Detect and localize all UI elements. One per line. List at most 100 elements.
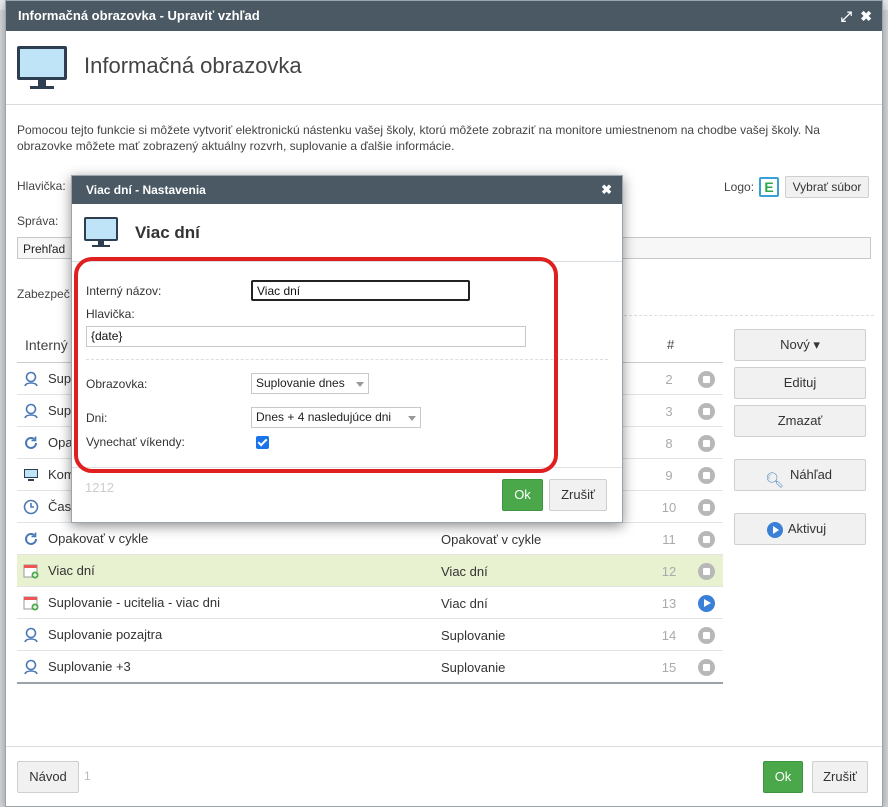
divider bbox=[624, 315, 874, 316]
row-type: Suplovanie bbox=[441, 628, 506, 643]
table-row[interactable]: Suplovanie +3 Suplovanie 15 bbox=[17, 651, 723, 683]
header-value: {date} bbox=[91, 329, 123, 343]
clock-icon bbox=[23, 499, 39, 515]
table-row[interactable]: Opakovať v cykle Opakovať v cykle 11 bbox=[17, 523, 723, 555]
intro-text: Pomocou tejto funkcie si môžete vytvoriť… bbox=[17, 123, 820, 153]
row-name: Suplovanie pozajtra bbox=[48, 627, 163, 642]
row-number: 3 bbox=[665, 404, 673, 419]
internal-name-label: Interný názov: bbox=[86, 284, 162, 298]
window-title: Informačná obrazovka - Upraviť vzhľad bbox=[18, 8, 260, 23]
window-titlebar: Informačná obrazovka - Upraviť vzhľad ⤢ … bbox=[6, 1, 882, 31]
days-select[interactable]: Dnes + 4 nasledujúce dni bbox=[251, 407, 421, 428]
edit-button[interactable]: Edituj bbox=[734, 367, 866, 399]
dialog-footer-line bbox=[72, 467, 622, 468]
stop-icon[interactable] bbox=[698, 531, 715, 548]
monitor-icon bbox=[23, 467, 39, 483]
window-header: Informačná obrazovka bbox=[6, 31, 882, 105]
dialog-cancel-button[interactable]: Zrušiť bbox=[549, 479, 607, 511]
bottom-bar: Návod 1 Ok Zrušiť bbox=[6, 746, 882, 806]
row-number: 15 bbox=[661, 660, 677, 675]
close-icon[interactable]: ✖ bbox=[860, 1, 872, 31]
table-footer-line bbox=[17, 682, 723, 684]
chevron-down-icon bbox=[408, 416, 416, 421]
stop-icon[interactable] bbox=[698, 659, 715, 676]
ok-button[interactable]: Ok bbox=[763, 761, 803, 793]
play-icon bbox=[767, 522, 783, 538]
col-num-header[interactable]: # bbox=[667, 337, 674, 352]
logo-label: Logo: bbox=[724, 180, 755, 194]
dialog-title: Viac dní - Nastavenia bbox=[86, 183, 206, 197]
dialog-id: 1212 bbox=[85, 480, 114, 495]
message-label: Správa: bbox=[17, 214, 59, 228]
row-type: Opakovať v cykle bbox=[441, 532, 542, 547]
person-icon bbox=[23, 403, 39, 419]
dialog-divider bbox=[86, 359, 608, 360]
dialog-header: Viac dní bbox=[72, 204, 622, 262]
days-select-value: Dnes + 4 nasledujúce dni bbox=[256, 410, 392, 424]
stop-icon[interactable] bbox=[698, 403, 715, 420]
cancel-button[interactable]: Zrušiť bbox=[812, 761, 868, 793]
internal-name-input[interactable]: Viac dní bbox=[251, 280, 470, 301]
delete-button[interactable]: Zmazať bbox=[734, 405, 866, 437]
page-title: Informačná obrazovka bbox=[84, 53, 302, 78]
new-button[interactable]: Nový ▾ bbox=[734, 329, 866, 361]
row-name: Suplovanie - ucitelia - viac dni bbox=[48, 595, 220, 610]
row-number: 8 bbox=[665, 436, 673, 451]
stop-icon[interactable] bbox=[698, 371, 715, 388]
row-name: Opa bbox=[48, 435, 73, 450]
row-name: Opakovať v cykle bbox=[48, 531, 149, 546]
screen-select-value: Suplovanie dnes bbox=[256, 376, 345, 390]
row-number: 9 bbox=[665, 468, 673, 483]
row-number: 13 bbox=[661, 596, 677, 611]
play-icon[interactable] bbox=[698, 595, 715, 612]
row-name: Sup bbox=[48, 371, 72, 386]
dialog-heading: Viac dní bbox=[135, 223, 200, 242]
stop-icon[interactable] bbox=[698, 499, 715, 516]
chevron-down-icon bbox=[356, 382, 364, 387]
stop-icon[interactable] bbox=[698, 435, 715, 452]
message-select-value: Prehľad bbox=[23, 242, 66, 256]
settings-dialog: Viac dní - Nastavenia ✖ Viac dní Interný… bbox=[71, 175, 623, 523]
stop-icon[interactable] bbox=[698, 627, 715, 644]
calendar-icon bbox=[23, 563, 39, 579]
row-type: Suplovanie bbox=[441, 660, 506, 675]
cycle-icon bbox=[23, 531, 39, 547]
person-icon bbox=[23, 371, 39, 387]
cycle-icon bbox=[23, 435, 39, 451]
logo-icon: E bbox=[759, 177, 779, 197]
row-name: Sup bbox=[48, 403, 72, 418]
activate-button[interactable]: Aktivuj bbox=[734, 513, 866, 545]
skip-weekends-checkbox[interactable] bbox=[256, 436, 269, 449]
header-label: Hlavička: bbox=[17, 179, 66, 193]
row-number: 14 bbox=[661, 628, 677, 643]
guide-button[interactable]: Návod bbox=[17, 761, 79, 793]
row-number: 10 bbox=[661, 500, 677, 515]
select-file-button[interactable]: Vybrať súbor bbox=[785, 176, 869, 198]
stop-icon[interactable] bbox=[698, 467, 715, 484]
stop-icon[interactable] bbox=[698, 563, 715, 580]
header-field-label: Hlavička: bbox=[86, 307, 135, 321]
days-label: Dni: bbox=[86, 411, 108, 425]
row-number: 12 bbox=[661, 564, 677, 579]
table-row[interactable]: Suplovanie pozajtra Suplovanie 14 bbox=[17, 619, 723, 651]
row-name: Čas bbox=[48, 499, 72, 514]
magnifier-icon: 🔍︎ bbox=[765, 472, 785, 489]
dialog-close-icon[interactable]: ✖ bbox=[601, 176, 612, 204]
row-number: 11 bbox=[662, 532, 676, 547]
screen-select[interactable]: Suplovanie dnes bbox=[251, 373, 369, 394]
page-number: 1 bbox=[84, 769, 91, 783]
col-name-header[interactable]: Interný bbox=[25, 337, 68, 353]
logo-letter: E bbox=[764, 179, 774, 195]
row-name: Suplovanie +3 bbox=[48, 659, 131, 674]
preview-label: Náhľad bbox=[789, 467, 833, 482]
dialog-titlebar: Viac dní - Nastavenia ✖ bbox=[72, 176, 622, 204]
screen-label: Obrazovka: bbox=[86, 377, 148, 391]
preview-button[interactable]: 🔍︎ Náhľad bbox=[734, 459, 866, 491]
security-label: Zabezpeč bbox=[17, 287, 70, 301]
header-input[interactable]: {date} bbox=[86, 326, 526, 347]
monitor-icon bbox=[84, 217, 118, 247]
maximize-icon[interactable]: ⤢ bbox=[841, 1, 852, 31]
table-row[interactable]: Viac dní Viac dní 12 bbox=[17, 555, 723, 587]
table-row[interactable]: Suplovanie - ucitelia - viac dni Viac dní… bbox=[17, 587, 723, 619]
dialog-ok-button[interactable]: Ok bbox=[502, 479, 543, 511]
